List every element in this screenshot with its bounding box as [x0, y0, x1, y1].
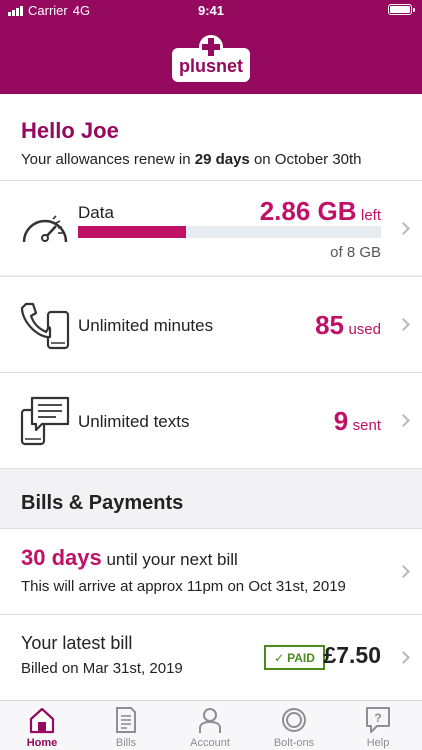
header-bar: Carrier 4G 9:41 plusnet	[0, 0, 422, 94]
account-icon	[199, 708, 221, 733]
texts-value-box: 9 sent	[334, 406, 381, 437]
paid-badge: ✓ PAID	[264, 645, 325, 670]
speedometer-icon	[22, 215, 68, 243]
renew-suffix: on October 30th	[253, 151, 362, 168]
data-label: Data	[78, 203, 114, 222]
help-icon: ?	[366, 707, 390, 733]
latest-bill-title: Your latest bill	[21, 633, 133, 653]
tab-help[interactable]: ? Help	[336, 701, 420, 750]
app-screen: Carrier 4G 9:41 plusnet Hello Joe Your a…	[0, 0, 422, 750]
tab-home[interactable]: Home	[0, 701, 84, 750]
status-time: 9:41	[197, 3, 225, 18]
tab-label: Help	[366, 737, 390, 749]
minutes-used: 85	[315, 310, 345, 340]
tab-bills[interactable]: Bills	[84, 701, 168, 750]
minutes-label: Unlimited minutes	[78, 316, 214, 335]
texts-sent: 9	[333, 406, 349, 436]
tab-label: Account	[190, 737, 230, 749]
tab-account[interactable]: Account	[168, 701, 252, 750]
tab-label: Bolt-ons	[273, 737, 315, 749]
logo-text: plusnet	[178, 56, 243, 76]
bills-section-title: Bills & Payments	[21, 492, 184, 514]
minutes-value-box: 85 used	[315, 310, 381, 341]
home-icon	[29, 707, 55, 734]
texts-unit: sent	[352, 417, 381, 434]
tab-bar: Home Bills Account Bolt-ons ? Help	[0, 700, 422, 750]
paid-badge-label: PAID	[287, 650, 315, 665]
divider	[0, 468, 422, 469]
renew-days: 29 days	[194, 151, 250, 168]
plusnet-logo: plusnet	[172, 34, 250, 82]
check-icon: ✓	[274, 650, 285, 665]
data-value-box: 2.86 GB left	[260, 196, 381, 227]
latest-bill-amount: £7.50	[323, 642, 381, 668]
data-total: of 8 GB	[330, 244, 381, 261]
svg-text:?: ?	[374, 711, 381, 725]
bolt-ons-icon	[282, 708, 306, 732]
data-unit: left	[360, 207, 381, 224]
tab-bolt-ons[interactable]: Bolt-ons	[252, 701, 336, 750]
next-bill-text: 30 days until your next bill	[21, 545, 238, 571]
tab-label: Home	[26, 737, 58, 749]
texts-label: Unlimited texts	[78, 412, 190, 431]
next-bill-days: 30 days	[21, 545, 102, 570]
renew-text: Your allowances renew in 29 days on Octo…	[21, 151, 362, 168]
tab-label: Bills	[115, 737, 137, 749]
latest-bill-date: Billed on Mar 31st, 2019	[21, 660, 183, 677]
minutes-unit: used	[348, 321, 381, 338]
status-bar: Carrier 4G 9:41	[0, 0, 422, 22]
data-remaining: 2.86 GB	[259, 196, 357, 226]
bills-icon	[116, 707, 136, 733]
data-progress-fill	[78, 226, 187, 238]
renew-prefix: Your allowances renew in	[21, 151, 191, 168]
next-bill-arrival: This will arrive at approx 11pm on Oct 3…	[21, 578, 346, 595]
battery-icon	[388, 4, 415, 15]
greeting-title: Hello Joe	[21, 118, 119, 143]
phone-icon	[20, 302, 70, 350]
next-bill-row[interactable]	[0, 529, 422, 614]
data-progress-bar	[78, 226, 381, 238]
next-bill-suffix: until your next bill	[106, 550, 238, 569]
message-icon	[20, 396, 70, 446]
